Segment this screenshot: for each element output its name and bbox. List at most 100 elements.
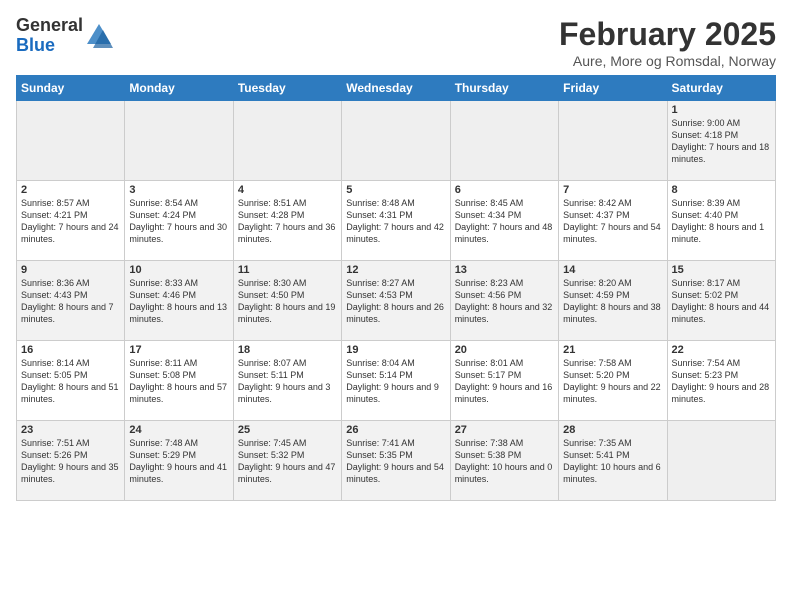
day-number: 16 [21, 344, 120, 356]
day-number: 13 [455, 264, 554, 276]
day-info: Sunrise: 7:41 AM Sunset: 5:35 PM Dayligh… [346, 437, 445, 486]
calendar-day-cell: 5Sunrise: 8:48 AM Sunset: 4:31 PM Daylig… [342, 181, 450, 261]
day-number: 21 [563, 344, 662, 356]
day-info: Sunrise: 8:17 AM Sunset: 5:02 PM Dayligh… [672, 277, 771, 326]
calendar-day-cell: 22Sunrise: 7:54 AM Sunset: 5:23 PM Dayli… [667, 341, 775, 421]
day-info: Sunrise: 8:51 AM Sunset: 4:28 PM Dayligh… [238, 197, 337, 246]
calendar-day-cell: 6Sunrise: 8:45 AM Sunset: 4:34 PM Daylig… [450, 181, 558, 261]
day-number: 5 [346, 184, 445, 196]
calendar-day-cell: 17Sunrise: 8:11 AM Sunset: 5:08 PM Dayli… [125, 341, 233, 421]
calendar-location: Aure, More og Romsdal, Norway [559, 53, 776, 69]
day-number: 12 [346, 264, 445, 276]
day-info: Sunrise: 8:33 AM Sunset: 4:46 PM Dayligh… [129, 277, 228, 326]
day-info: Sunrise: 8:42 AM Sunset: 4:37 PM Dayligh… [563, 197, 662, 246]
col-header-thursday: Thursday [450, 76, 558, 101]
day-number: 10 [129, 264, 228, 276]
calendar-day-cell: 9Sunrise: 8:36 AM Sunset: 4:43 PM Daylig… [17, 261, 125, 341]
calendar-day-cell: 18Sunrise: 8:07 AM Sunset: 5:11 PM Dayli… [233, 341, 341, 421]
day-info: Sunrise: 7:48 AM Sunset: 5:29 PM Dayligh… [129, 437, 228, 486]
calendar-table: SundayMondayTuesdayWednesdayThursdayFrid… [16, 75, 776, 501]
day-number: 19 [346, 344, 445, 356]
calendar-day-cell: 19Sunrise: 8:04 AM Sunset: 5:14 PM Dayli… [342, 341, 450, 421]
calendar-day-cell [342, 101, 450, 181]
calendar-day-cell: 23Sunrise: 7:51 AM Sunset: 5:26 PM Dayli… [17, 421, 125, 501]
col-header-friday: Friday [559, 76, 667, 101]
day-number: 7 [563, 184, 662, 196]
day-number: 23 [21, 424, 120, 436]
title-block: February 2025 Aure, More og Romsdal, Nor… [559, 16, 776, 69]
day-info: Sunrise: 8:23 AM Sunset: 4:56 PM Dayligh… [455, 277, 554, 326]
day-info: Sunrise: 7:58 AM Sunset: 5:20 PM Dayligh… [563, 357, 662, 406]
calendar-day-cell: 12Sunrise: 8:27 AM Sunset: 4:53 PM Dayli… [342, 261, 450, 341]
col-header-saturday: Saturday [667, 76, 775, 101]
day-number: 22 [672, 344, 771, 356]
day-number: 6 [455, 184, 554, 196]
calendar-day-cell: 4Sunrise: 8:51 AM Sunset: 4:28 PM Daylig… [233, 181, 341, 261]
calendar-week-row: 23Sunrise: 7:51 AM Sunset: 5:26 PM Dayli… [17, 421, 776, 501]
logo-icon [85, 22, 113, 50]
calendar-day-cell: 13Sunrise: 8:23 AM Sunset: 4:56 PM Dayli… [450, 261, 558, 341]
calendar-day-cell: 25Sunrise: 7:45 AM Sunset: 5:32 PM Dayli… [233, 421, 341, 501]
col-header-sunday: Sunday [17, 76, 125, 101]
day-info: Sunrise: 7:51 AM Sunset: 5:26 PM Dayligh… [21, 437, 120, 486]
col-header-monday: Monday [125, 76, 233, 101]
day-info: Sunrise: 8:30 AM Sunset: 4:50 PM Dayligh… [238, 277, 337, 326]
calendar-day-cell [125, 101, 233, 181]
calendar-day-cell: 1Sunrise: 9:00 AM Sunset: 4:18 PM Daylig… [667, 101, 775, 181]
day-info: Sunrise: 7:54 AM Sunset: 5:23 PM Dayligh… [672, 357, 771, 406]
day-info: Sunrise: 7:35 AM Sunset: 5:41 PM Dayligh… [563, 437, 662, 486]
day-info: Sunrise: 9:00 AM Sunset: 4:18 PM Dayligh… [672, 117, 771, 166]
day-number: 8 [672, 184, 771, 196]
calendar-day-cell [450, 101, 558, 181]
day-number: 28 [563, 424, 662, 436]
day-number: 18 [238, 344, 337, 356]
day-info: Sunrise: 8:04 AM Sunset: 5:14 PM Dayligh… [346, 357, 445, 406]
logo-general-text: General [16, 16, 83, 36]
day-number: 3 [129, 184, 228, 196]
calendar-title: February 2025 [559, 16, 776, 53]
calendar-day-cell: 24Sunrise: 7:48 AM Sunset: 5:29 PM Dayli… [125, 421, 233, 501]
day-number: 25 [238, 424, 337, 436]
calendar-day-cell [233, 101, 341, 181]
logo: General Blue [16, 16, 113, 56]
day-info: Sunrise: 7:45 AM Sunset: 5:32 PM Dayligh… [238, 437, 337, 486]
calendar-day-cell: 20Sunrise: 8:01 AM Sunset: 5:17 PM Dayli… [450, 341, 558, 421]
calendar-day-cell: 3Sunrise: 8:54 AM Sunset: 4:24 PM Daylig… [125, 181, 233, 261]
day-info: Sunrise: 8:48 AM Sunset: 4:31 PM Dayligh… [346, 197, 445, 246]
day-number: 20 [455, 344, 554, 356]
day-number: 2 [21, 184, 120, 196]
day-number: 24 [129, 424, 228, 436]
calendar-day-cell: 10Sunrise: 8:33 AM Sunset: 4:46 PM Dayli… [125, 261, 233, 341]
day-number: 14 [563, 264, 662, 276]
calendar-week-row: 2Sunrise: 8:57 AM Sunset: 4:21 PM Daylig… [17, 181, 776, 261]
calendar-day-cell: 27Sunrise: 7:38 AM Sunset: 5:38 PM Dayli… [450, 421, 558, 501]
calendar-day-cell: 15Sunrise: 8:17 AM Sunset: 5:02 PM Dayli… [667, 261, 775, 341]
day-info: Sunrise: 8:45 AM Sunset: 4:34 PM Dayligh… [455, 197, 554, 246]
calendar-day-cell: 11Sunrise: 8:30 AM Sunset: 4:50 PM Dayli… [233, 261, 341, 341]
day-number: 4 [238, 184, 337, 196]
calendar-day-cell: 28Sunrise: 7:35 AM Sunset: 5:41 PM Dayli… [559, 421, 667, 501]
day-number: 1 [672, 104, 771, 116]
day-info: Sunrise: 8:20 AM Sunset: 4:59 PM Dayligh… [563, 277, 662, 326]
day-info: Sunrise: 8:01 AM Sunset: 5:17 PM Dayligh… [455, 357, 554, 406]
calendar-day-cell: 26Sunrise: 7:41 AM Sunset: 5:35 PM Dayli… [342, 421, 450, 501]
calendar-day-cell: 16Sunrise: 8:14 AM Sunset: 5:05 PM Dayli… [17, 341, 125, 421]
calendar-week-row: 9Sunrise: 8:36 AM Sunset: 4:43 PM Daylig… [17, 261, 776, 341]
day-info: Sunrise: 8:27 AM Sunset: 4:53 PM Dayligh… [346, 277, 445, 326]
page-header: General Blue February 2025 Aure, More og… [16, 16, 776, 69]
calendar-day-cell: 14Sunrise: 8:20 AM Sunset: 4:59 PM Dayli… [559, 261, 667, 341]
calendar-week-row: 16Sunrise: 8:14 AM Sunset: 5:05 PM Dayli… [17, 341, 776, 421]
day-number: 11 [238, 264, 337, 276]
logo-blue-text: Blue [16, 36, 83, 56]
day-number: 15 [672, 264, 771, 276]
day-info: Sunrise: 8:07 AM Sunset: 5:11 PM Dayligh… [238, 357, 337, 406]
calendar-day-cell: 8Sunrise: 8:39 AM Sunset: 4:40 PM Daylig… [667, 181, 775, 261]
day-info: Sunrise: 8:36 AM Sunset: 4:43 PM Dayligh… [21, 277, 120, 326]
day-info: Sunrise: 8:57 AM Sunset: 4:21 PM Dayligh… [21, 197, 120, 246]
day-info: Sunrise: 7:38 AM Sunset: 5:38 PM Dayligh… [455, 437, 554, 486]
calendar-header-row: SundayMondayTuesdayWednesdayThursdayFrid… [17, 76, 776, 101]
day-number: 17 [129, 344, 228, 356]
calendar-day-cell [17, 101, 125, 181]
day-number: 26 [346, 424, 445, 436]
calendar-week-row: 1Sunrise: 9:00 AM Sunset: 4:18 PM Daylig… [17, 101, 776, 181]
